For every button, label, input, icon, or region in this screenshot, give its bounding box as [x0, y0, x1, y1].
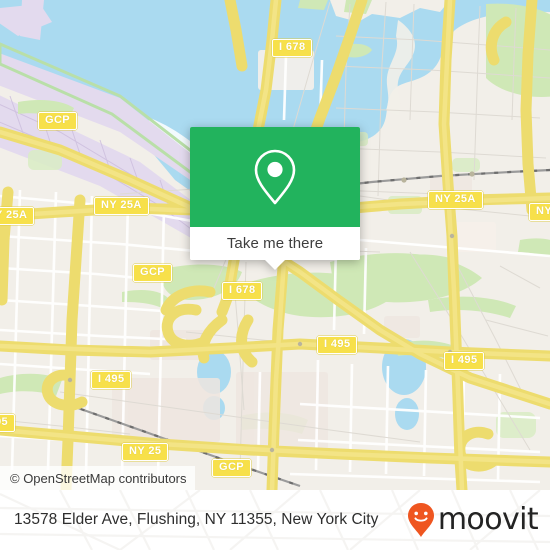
- address-label: 13578 Elder Ave, Flushing, NY 11355, New…: [14, 511, 379, 528]
- attribution-text: © OpenStreetMap contributors: [10, 470, 187, 486]
- popup-pointer: [264, 259, 286, 270]
- road-shield: I 495: [317, 336, 358, 354]
- popup-image-panel: [190, 127, 360, 227]
- moovit-map-screenshot: I 678 GCP NY 25A NY 25A NY Y 25A GCP I 678 I 495…: [0, 0, 550, 550]
- moovit-logo[interactable]: moovit: [407, 502, 539, 538]
- footer-bar: 13578 Elder Ave, Flushing, NY 11355, New…: [0, 490, 550, 550]
- road-shield: GCP: [38, 112, 78, 130]
- map-pin-icon: [254, 149, 296, 205]
- road-shield: GCP: [212, 459, 252, 477]
- road-shield: NY: [529, 203, 550, 221]
- take-me-there-button[interactable]: Take me there: [190, 227, 360, 260]
- map-canvas[interactable]: I 678 GCP NY 25A NY 25A NY Y 25A GCP I 678 I 495…: [0, 0, 550, 490]
- road-shield: NY 25: [122, 443, 169, 461]
- road-shield: 95: [0, 414, 16, 432]
- moovit-wordmark: moovit: [437, 502, 539, 537]
- road-shield: Y 25A: [0, 207, 35, 225]
- road-shield: I 495: [91, 371, 132, 389]
- take-me-there-label: Take me there: [226, 235, 324, 252]
- popup-body: Take me there: [190, 127, 360, 270]
- map-attribution: © OpenStreetMap contributors: [0, 466, 195, 490]
- destination-popup-card[interactable]: Take me there: [190, 127, 360, 270]
- moovit-smiley-pin-icon: [407, 503, 434, 537]
- road-shield: I 495: [444, 352, 485, 370]
- road-shield: GCP: [133, 264, 173, 282]
- road-shield: I 678: [272, 39, 313, 57]
- road-shield: NY 25A: [94, 197, 149, 215]
- road-shield: NY 25A: [428, 191, 483, 209]
- road-shield: I 678: [222, 282, 263, 300]
